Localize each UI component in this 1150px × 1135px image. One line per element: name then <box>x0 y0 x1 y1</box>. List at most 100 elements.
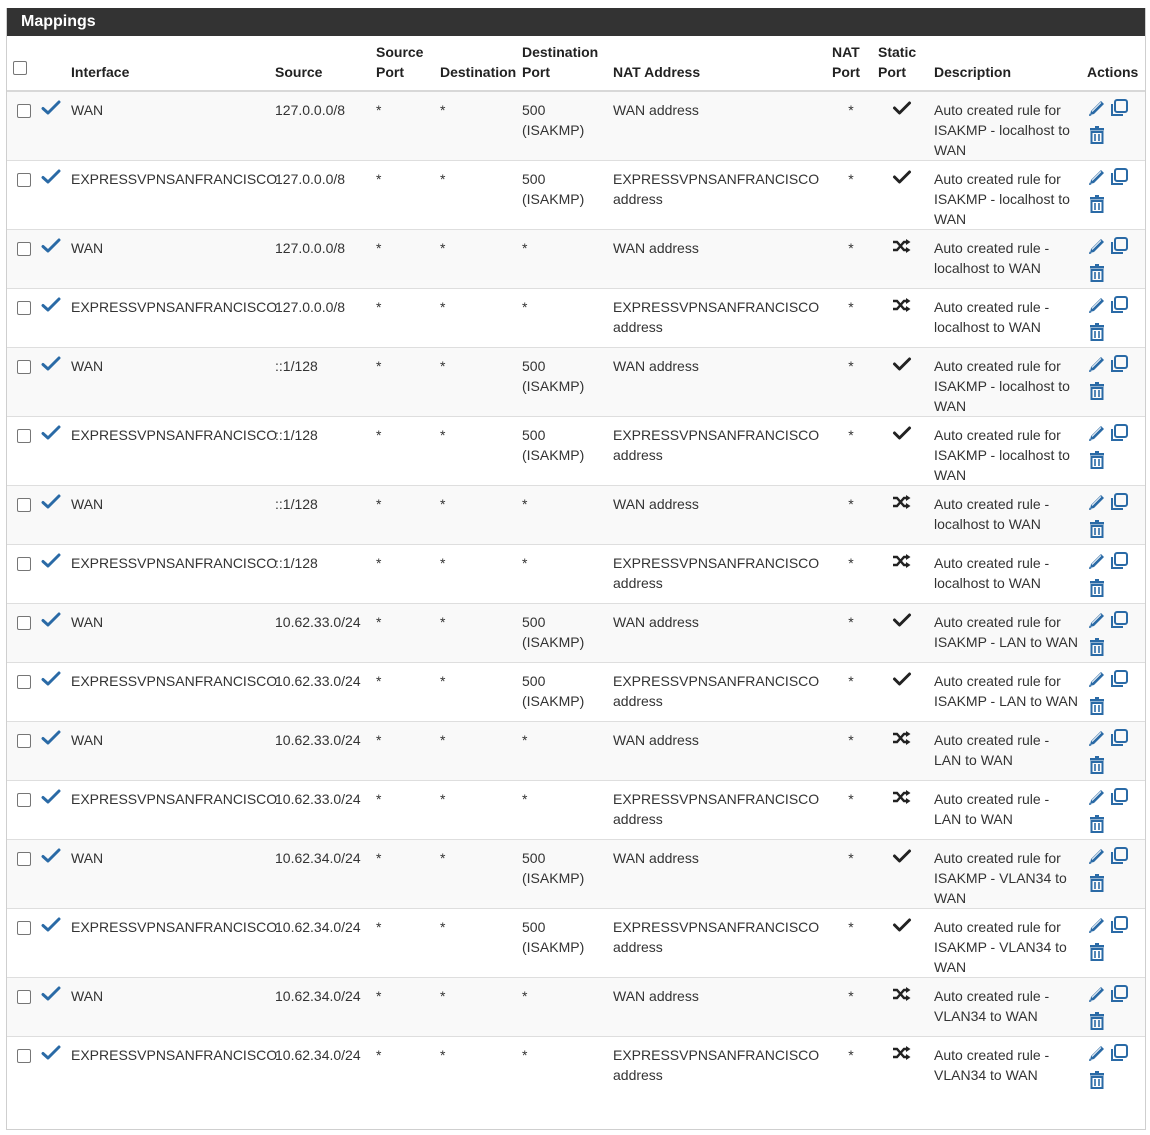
copy-icon[interactable] <box>1109 354 1131 374</box>
pencil-icon[interactable] <box>1087 669 1109 689</box>
row-checkbox[interactable] <box>17 1049 31 1063</box>
table-row[interactable]: EXPRESSVPNSANFRANCISCO 10.62.33.0/24 * * * EX… <box>7 780 1145 840</box>
row-checkbox[interactable] <box>17 498 31 512</box>
trash-icon[interactable] <box>1087 873 1109 893</box>
copy-icon[interactable] <box>1109 236 1131 256</box>
pencil-icon[interactable] <box>1087 167 1109 187</box>
copy-icon[interactable] <box>1109 846 1131 866</box>
enabled-check-icon[interactable] <box>41 169 61 190</box>
copy-icon[interactable] <box>1109 915 1131 935</box>
table-row[interactable]: WAN::1/128 * * * WAN address * Auto created ru… <box>7 485 1145 545</box>
row-checkbox[interactable] <box>17 242 31 256</box>
trash-icon[interactable] <box>1087 814 1109 834</box>
copy-icon[interactable] <box>1109 787 1131 807</box>
pencil-icon[interactable] <box>1087 551 1109 571</box>
col-static-port[interactable]: Static Port <box>874 36 930 92</box>
enabled-check-icon[interactable] <box>41 425 61 446</box>
pencil-icon[interactable] <box>1087 236 1109 256</box>
enabled-check-icon[interactable] <box>41 730 61 751</box>
enabled-check-icon[interactable] <box>41 917 61 938</box>
trash-icon[interactable] <box>1087 381 1109 401</box>
trash-icon[interactable] <box>1087 322 1109 342</box>
pencil-icon[interactable] <box>1087 423 1109 443</box>
row-checkbox[interactable] <box>17 557 31 571</box>
trash-icon[interactable] <box>1087 450 1109 470</box>
enabled-check-icon[interactable] <box>41 986 61 1007</box>
table-row[interactable]: EXPRESSVPNSANFRANCISCO 10.62.34.0/24 * * * EX… <box>7 1036 1145 1095</box>
enabled-check-icon[interactable] <box>41 671 61 692</box>
trash-icon[interactable] <box>1087 1070 1109 1090</box>
col-interface[interactable]: Interface <box>67 36 271 92</box>
select-all-checkbox[interactable] <box>13 61 27 75</box>
pencil-icon[interactable] <box>1087 787 1109 807</box>
pencil-icon[interactable] <box>1087 846 1109 866</box>
table-row[interactable]: WAN 10.62.33.0/24 * * * WAN address * Auto crea… <box>7 721 1145 781</box>
enabled-check-icon[interactable] <box>41 297 61 318</box>
enabled-check-icon[interactable] <box>41 100 61 121</box>
copy-icon[interactable] <box>1109 492 1131 512</box>
table-row[interactable]: EXPRESSVPNSANFRANCISCO::1/128 * * 500 (ISAK… <box>7 416 1145 486</box>
pencil-icon[interactable] <box>1087 728 1109 748</box>
pencil-icon[interactable] <box>1087 610 1109 630</box>
pencil-icon[interactable] <box>1087 984 1109 1004</box>
table-row[interactable]: EXPRESSVPNSANFRANCISCO 10.62.33.0/24 * * 500… <box>7 662 1145 722</box>
row-checkbox[interactable] <box>17 990 31 1004</box>
copy-icon[interactable] <box>1109 984 1131 1004</box>
pencil-icon[interactable] <box>1087 915 1109 935</box>
col-source[interactable]: Source <box>271 36 372 92</box>
col-destination-port[interactable]: Destination Port <box>518 36 609 92</box>
trash-icon[interactable] <box>1087 578 1109 598</box>
row-checkbox[interactable] <box>17 616 31 630</box>
pencil-icon[interactable] <box>1087 98 1109 118</box>
table-row[interactable]: WAN 10.62.34.0/24 * * * WAN address * Auto crea… <box>7 977 1145 1037</box>
trash-icon[interactable] <box>1087 637 1109 657</box>
row-checkbox[interactable] <box>17 173 31 187</box>
trash-icon[interactable] <box>1087 263 1109 283</box>
row-checkbox[interactable] <box>17 360 31 374</box>
table-row[interactable]: WAN::1/128 * * 500 (ISAKMP) WAN address * Auto… <box>7 347 1145 417</box>
enabled-check-icon[interactable] <box>41 494 61 515</box>
row-checkbox[interactable] <box>17 429 31 443</box>
trash-icon[interactable] <box>1087 942 1109 962</box>
trash-icon[interactable] <box>1087 519 1109 539</box>
trash-icon[interactable] <box>1087 194 1109 214</box>
enabled-check-icon[interactable] <box>41 789 61 810</box>
table-row[interactable]: EXPRESSVPNSANFRANCISCO 127.0.0.0/8 * * * EXPR… <box>7 288 1145 348</box>
table-row[interactable]: EXPRESSVPNSANFRANCISCO::1/128 * * * EXPRESSV… <box>7 544 1145 604</box>
enabled-check-icon[interactable] <box>41 612 61 633</box>
row-checkbox[interactable] <box>17 852 31 866</box>
copy-icon[interactable] <box>1109 669 1131 689</box>
col-destination[interactable]: Destination <box>436 36 518 92</box>
row-checkbox[interactable] <box>17 104 31 118</box>
row-checkbox[interactable] <box>17 734 31 748</box>
copy-icon[interactable] <box>1109 610 1131 630</box>
table-row[interactable]: WAN 127.0.0.0/8 * * 500 (ISAKMP) WAN address *… <box>7 90 1145 161</box>
enabled-check-icon[interactable] <box>41 238 61 259</box>
copy-icon[interactable] <box>1109 295 1131 315</box>
copy-icon[interactable] <box>1109 728 1131 748</box>
table-row[interactable]: EXPRESSVPNSANFRANCISCO 127.0.0.0/8 * * 500 (… <box>7 160 1145 230</box>
col-description[interactable]: Description <box>930 36 1083 92</box>
enabled-check-icon[interactable] <box>41 1045 61 1066</box>
row-checkbox[interactable] <box>17 301 31 315</box>
copy-icon[interactable] <box>1109 551 1131 571</box>
copy-icon[interactable] <box>1109 98 1131 118</box>
row-checkbox[interactable] <box>17 675 31 689</box>
pencil-icon[interactable] <box>1087 492 1109 512</box>
trash-icon[interactable] <box>1087 696 1109 716</box>
col-source-port[interactable]: Source Port <box>372 36 436 92</box>
copy-icon[interactable] <box>1109 1043 1131 1063</box>
row-checkbox[interactable] <box>17 921 31 935</box>
copy-icon[interactable] <box>1109 423 1131 443</box>
trash-icon[interactable] <box>1087 1011 1109 1031</box>
enabled-check-icon[interactable] <box>41 848 61 869</box>
pencil-icon[interactable] <box>1087 295 1109 315</box>
pencil-icon[interactable] <box>1087 1043 1109 1063</box>
trash-icon[interactable] <box>1087 125 1109 145</box>
table-row[interactable]: EXPRESSVPNSANFRANCISCO 10.62.34.0/24 * * 500… <box>7 908 1145 978</box>
pencil-icon[interactable] <box>1087 354 1109 374</box>
col-nat-address[interactable]: NAT Address <box>609 36 828 92</box>
table-row[interactable]: WAN 10.62.33.0/24 * * 500 (ISAKMP) WAN addres… <box>7 603 1145 663</box>
enabled-check-icon[interactable] <box>41 356 61 377</box>
trash-icon[interactable] <box>1087 755 1109 775</box>
